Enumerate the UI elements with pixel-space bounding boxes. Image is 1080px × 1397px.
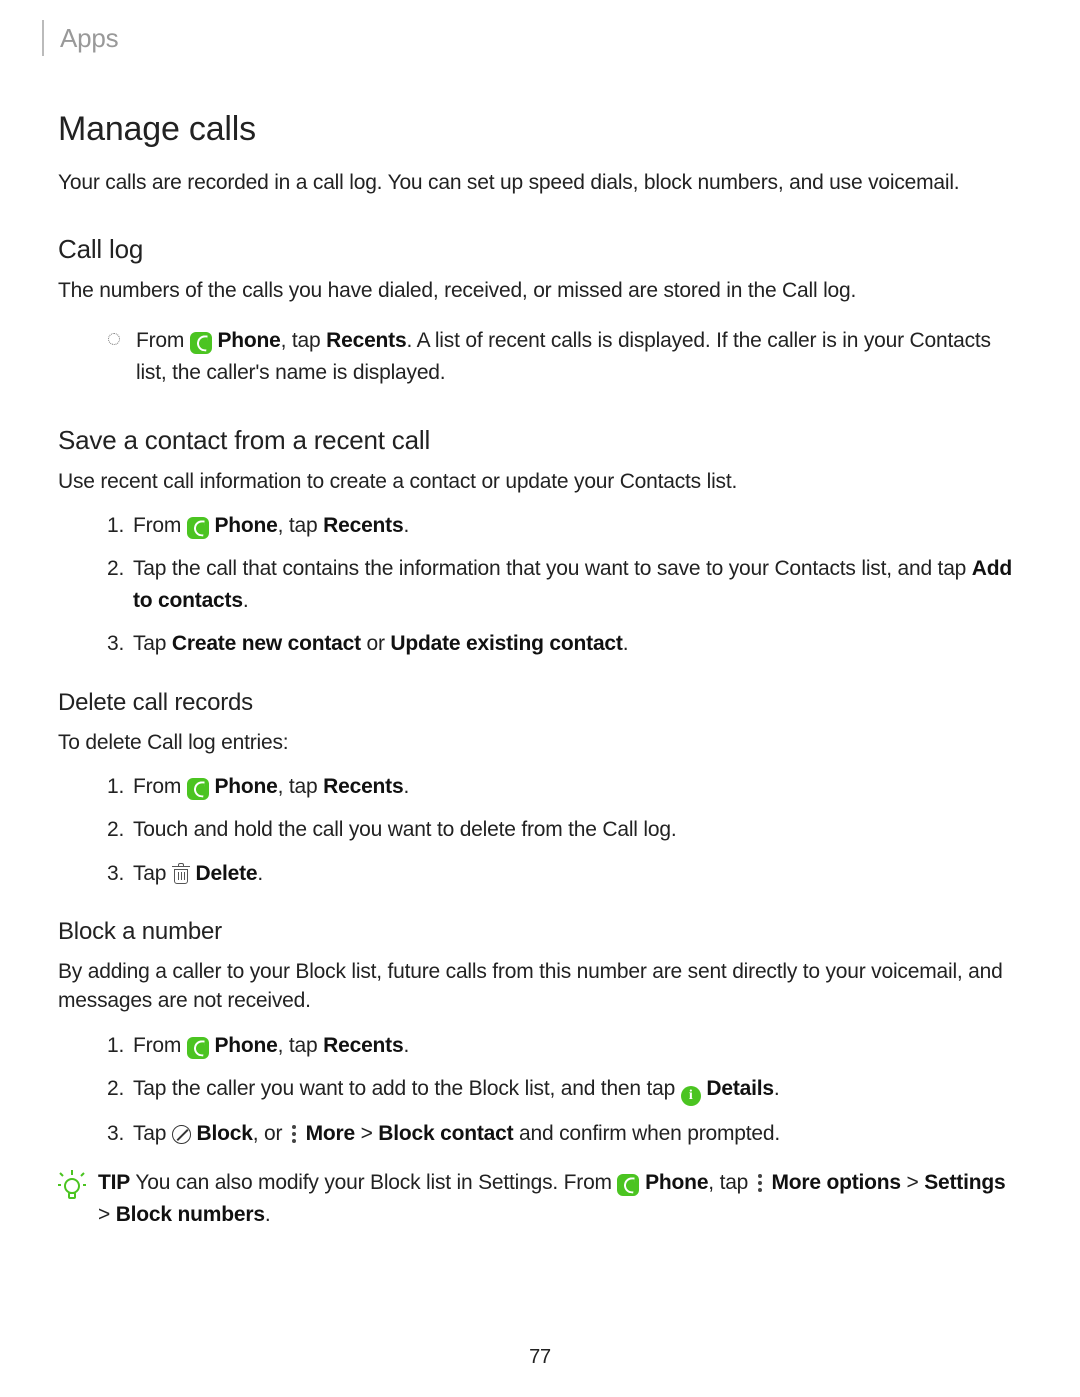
delete-step-3: Tap Delete. bbox=[133, 858, 1022, 890]
more-icon bbox=[288, 1124, 300, 1144]
trash-icon bbox=[172, 865, 190, 883]
more-icon bbox=[754, 1173, 766, 1193]
save-desc: Use recent call information to create a … bbox=[58, 467, 1022, 496]
phone-icon bbox=[190, 332, 212, 354]
section-label: Apps bbox=[60, 20, 1022, 56]
save-step-3: Tap Create new contact or Update existin… bbox=[133, 628, 1022, 660]
calllog-heading: Call log bbox=[58, 231, 1022, 267]
page-number: 77 bbox=[0, 1343, 1080, 1371]
save-steps: From Phone, tap Recents. Tap the call th… bbox=[58, 510, 1022, 660]
tip-row: TIP You can also modify your Block list … bbox=[58, 1167, 1022, 1230]
page-title: Manage calls bbox=[58, 106, 1022, 154]
calllog-desc: The numbers of the calls you have dialed… bbox=[58, 276, 1022, 305]
save-step-2: Tap the call that contains the informati… bbox=[133, 553, 1022, 616]
delete-desc: To delete Call log entries: bbox=[58, 728, 1022, 757]
block-step-1: From Phone, tap Recents. bbox=[133, 1030, 1022, 1062]
phone-icon bbox=[187, 517, 209, 539]
block-step-2: Tap the caller you want to add to the Bl… bbox=[133, 1073, 1022, 1106]
calllog-bullet: From Phone, tap Recents. A list of recen… bbox=[108, 325, 1022, 388]
save-step-1: From Phone, tap Recents. bbox=[133, 510, 1022, 542]
phone-icon bbox=[187, 1037, 209, 1059]
save-heading: Save a contact from a recent call bbox=[58, 422, 1022, 458]
tip-bulb-icon bbox=[58, 1169, 86, 1201]
block-steps: From Phone, tap Recents. Tap the caller … bbox=[58, 1030, 1022, 1150]
calllog-bullet-list: From Phone, tap Recents. A list of recen… bbox=[58, 325, 1022, 388]
delete-steps: From Phone, tap Recents. Touch and hold … bbox=[58, 771, 1022, 890]
phone-icon bbox=[617, 1174, 639, 1196]
delete-heading: Delete call records bbox=[58, 686, 1022, 720]
phone-icon bbox=[187, 778, 209, 800]
intro-text: Your calls are recorded in a call log. Y… bbox=[58, 168, 1022, 197]
block-desc: By adding a caller to your Block list, f… bbox=[58, 957, 1022, 1016]
block-heading: Block a number bbox=[58, 915, 1022, 949]
block-icon bbox=[172, 1125, 191, 1144]
tip-text: TIP You can also modify your Block list … bbox=[98, 1167, 1022, 1230]
details-icon: i bbox=[681, 1086, 701, 1106]
delete-step-1: From Phone, tap Recents. bbox=[133, 771, 1022, 803]
block-step-3: Tap Block, or More > Block contact and c… bbox=[133, 1118, 1022, 1150]
header-section: Apps bbox=[42, 20, 1022, 56]
delete-step-2: Touch and hold the call you want to dele… bbox=[133, 814, 1022, 846]
